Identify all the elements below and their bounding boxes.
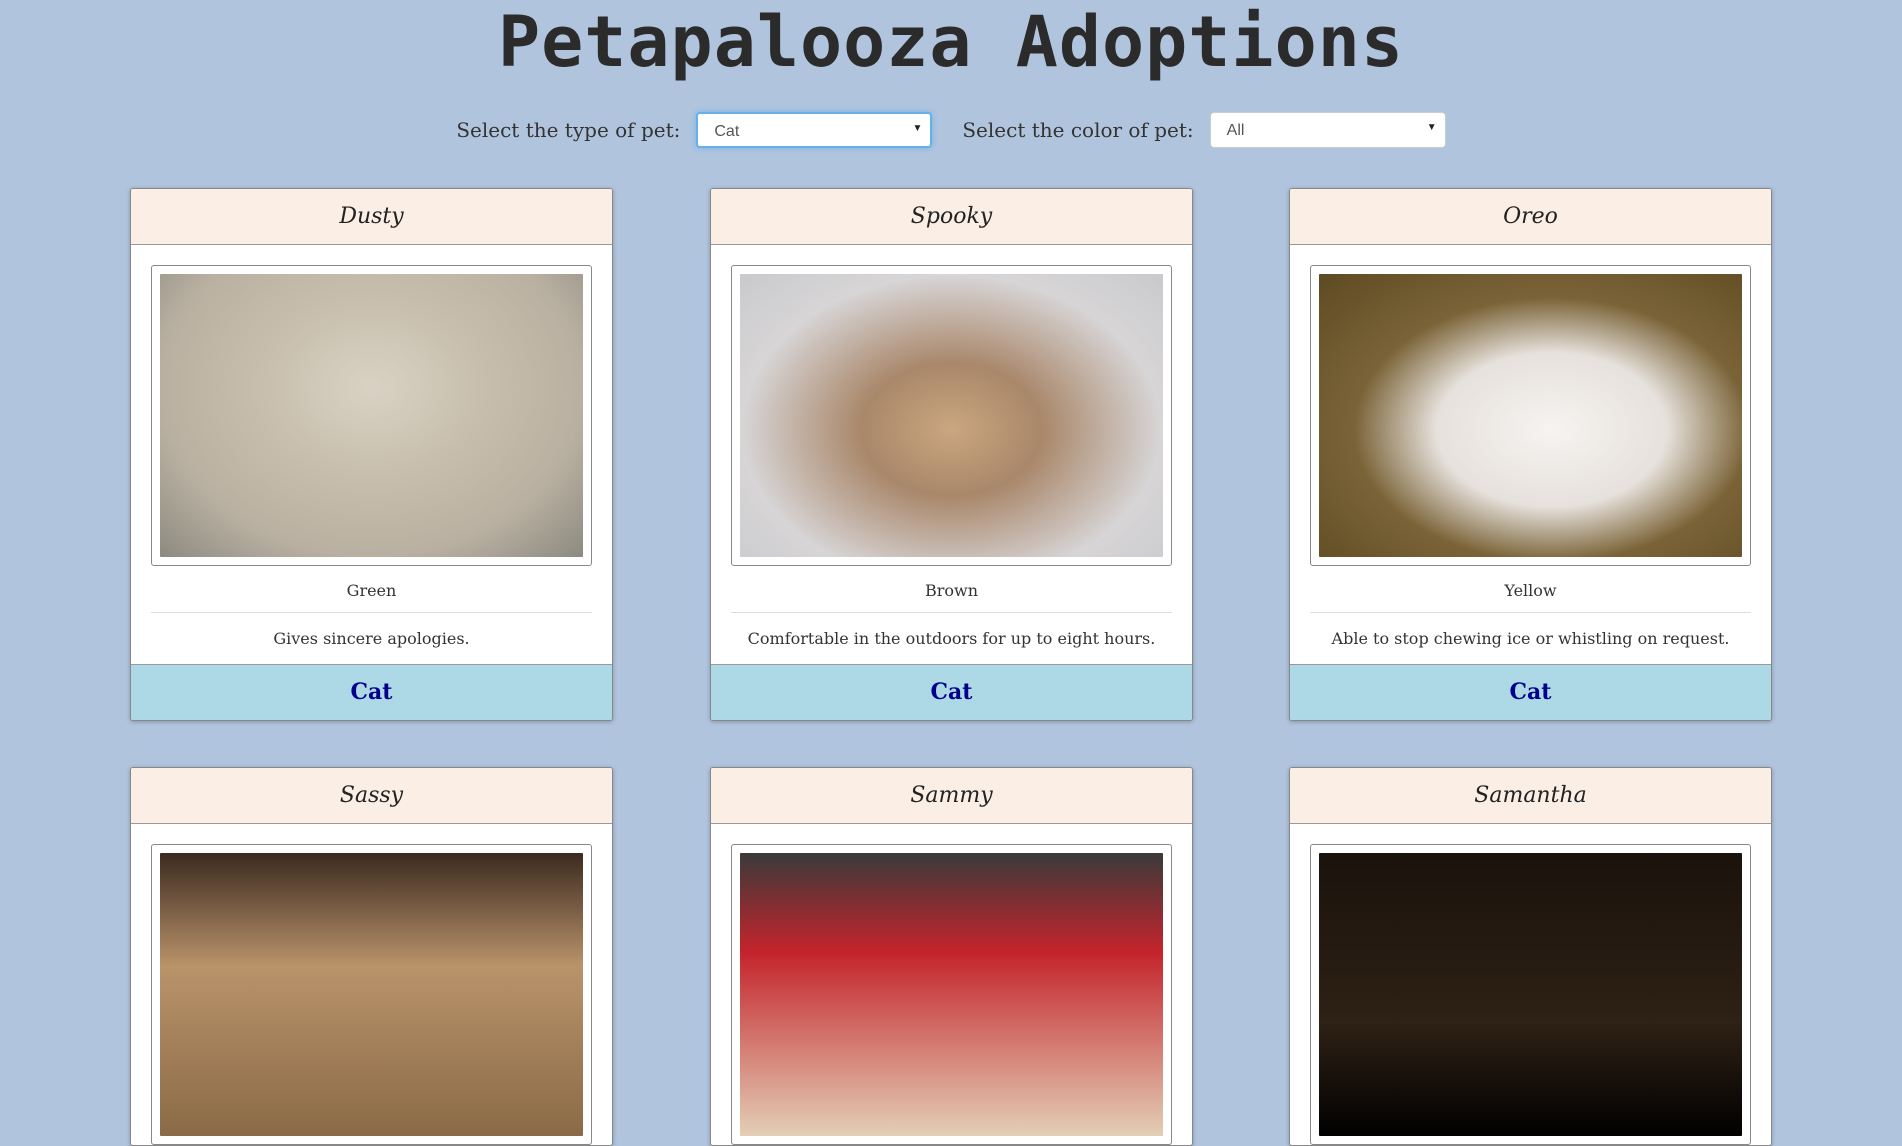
pet-photo [1319,853,1742,1136]
pet-name: Spooky [711,189,1192,245]
chevron-down-icon: ▼ [1426,122,1437,133]
pet-name: Samantha [1290,768,1771,824]
pet-card-dusty: Dusty Green Gives sincere apologies. Cat [130,188,613,721]
pet-photo-frame [1310,844,1751,1145]
pet-description: Comfortable in the outdoors for up to ei… [747,629,1156,648]
pet-card-spooky: Spooky Brown Comfortable in the outdoors… [710,188,1193,721]
pet-name: Sassy [131,768,612,824]
pet-card-samantha: Samantha [1289,767,1772,1146]
pet-name: Oreo [1290,189,1771,245]
pet-name: Sammy [711,768,1192,824]
pet-type: Cat [1290,664,1771,720]
pet-color: Green [151,566,592,613]
pet-photo [160,274,583,557]
pet-photo [740,853,1163,1136]
pet-color-select-value: All [1226,122,1245,139]
pet-type: Cat [711,664,1192,720]
pet-description: Able to stop chewing ice or whistling on… [1331,629,1730,648]
pet-photo-frame [151,265,592,566]
pet-type-label: Select the type of pet: [456,118,681,142]
pet-description: Gives sincere apologies. [273,629,470,648]
pet-card-oreo: Oreo Yellow Able to stop chewing ice or … [1289,188,1772,721]
pet-photo-frame [731,265,1172,566]
pet-photo [740,274,1163,557]
pet-card-sammy: Sammy [710,767,1193,1146]
pet-type-select-value: Cat [714,123,740,140]
filter-bar: Select the type of pet: Cat ▼ Select the… [0,108,1902,152]
pet-color-select[interactable]: All ▼ [1209,112,1446,148]
pet-color-filter: Select the color of pet: All ▼ [962,112,1446,148]
pet-name: Dusty [131,189,612,245]
pet-photo-frame [151,844,592,1145]
pet-photo [160,853,583,1136]
pet-color: Yellow [1310,566,1751,613]
pet-type: Cat [131,664,612,720]
page-title: Petapalooza Adoptions [497,1,1404,83]
pet-type-select[interactable]: Cat ▼ [696,112,933,148]
pet-photo [1319,274,1742,557]
pet-type-filter: Select the type of pet: Cat ▼ [456,112,933,148]
pet-photo-frame [1310,265,1751,566]
pet-photo-frame [731,844,1172,1145]
pet-card-sassy: Sassy [130,767,613,1146]
chevron-down-icon: ▼ [912,123,923,134]
pet-color-label: Select the color of pet: [962,118,1194,142]
pet-color: Brown [731,566,1172,613]
